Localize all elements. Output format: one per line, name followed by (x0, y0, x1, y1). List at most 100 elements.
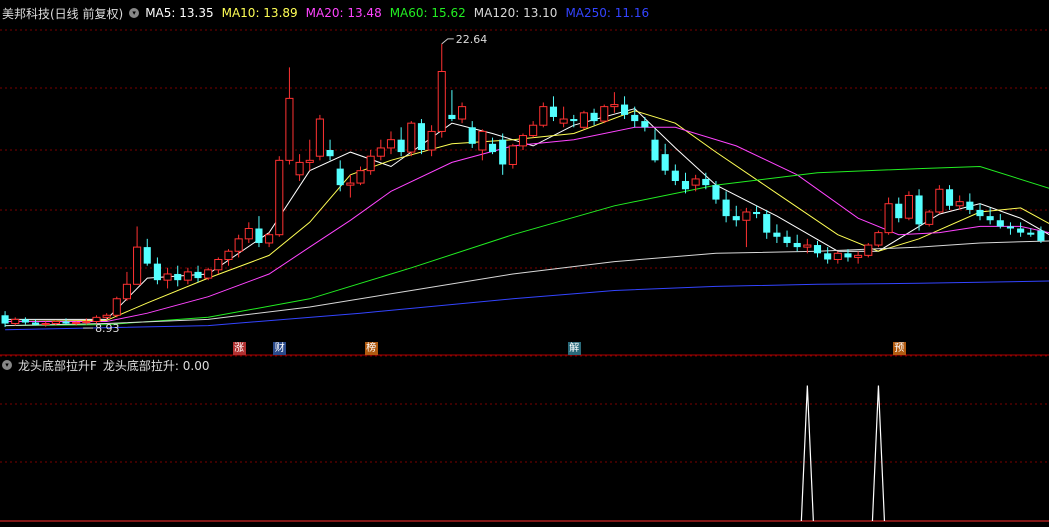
candle-body (72, 322, 81, 325)
candle-body (691, 178, 700, 186)
candle-body (579, 112, 588, 128)
indicator-value: 龙头底部拉升: 0.00 (102, 358, 210, 373)
candle-body (112, 298, 121, 316)
candle (315, 114, 324, 161)
candle-body (803, 244, 812, 248)
candle (895, 197, 903, 223)
low-price-label: 8.93 (95, 322, 120, 335)
candle (102, 313, 111, 320)
ma-legend-item: MA10: 13.89 (221, 6, 298, 20)
candle-body (539, 106, 548, 126)
candle (478, 129, 487, 161)
candle (285, 67, 294, 165)
candle-body (641, 121, 649, 128)
candle (1006, 222, 1015, 235)
candle-body (1037, 230, 1045, 241)
candle-body (753, 211, 761, 215)
candle-body (783, 236, 791, 243)
candle-body (397, 139, 405, 153)
candle-body (559, 118, 568, 124)
candle (915, 189, 923, 231)
ma-legend-item: MA120: 13.10 (473, 6, 558, 20)
candle-body (133, 246, 142, 285)
candle-body (153, 263, 161, 281)
candle-body (529, 124, 538, 137)
candle-body (773, 232, 781, 237)
stock-title: 美邦科技(日线 前复权) (2, 6, 124, 21)
candle-body (11, 318, 20, 325)
candle-body (488, 143, 497, 153)
candle-body (518, 135, 528, 147)
candle (925, 209, 934, 227)
indicator-menu-icon[interactable]: ▾ (2, 360, 12, 370)
candle-body (610, 104, 619, 108)
chart-canvas[interactable]: 22.64 8.93 (0, 0, 1049, 527)
candle (671, 164, 679, 186)
candle (397, 127, 405, 157)
candle-body (427, 130, 436, 151)
candle (234, 234, 243, 258)
candle-body (92, 316, 101, 322)
candle (529, 121, 538, 138)
candle-body (346, 182, 355, 186)
candle (518, 133, 528, 151)
candle (935, 185, 944, 215)
candle-body (102, 314, 111, 318)
candle (1027, 228, 1035, 237)
candle-body (1, 315, 9, 324)
candle-body (82, 320, 91, 324)
candle-body (590, 112, 598, 122)
candle (1017, 222, 1025, 237)
candle (255, 216, 263, 248)
candle (183, 267, 192, 285)
chart-menu-icon[interactable]: ▾ (129, 8, 140, 18)
candlestick-series (1, 43, 1045, 328)
candle (326, 139, 334, 161)
indicator-spike (871, 385, 886, 522)
candle-body (712, 185, 720, 200)
ma-legend: MA5: 13.35 MA10: 13.89 MA20: 13.48 MA60: 15… (145, 6, 649, 20)
candle (448, 90, 456, 122)
candle-body (244, 228, 253, 240)
candle (549, 96, 558, 122)
candle-body (295, 161, 304, 176)
candle-body (742, 211, 751, 221)
candle (773, 224, 781, 243)
candle-body (315, 118, 324, 157)
candle (427, 125, 436, 157)
candle-body (681, 181, 690, 190)
candle-body (833, 252, 842, 260)
candle (570, 114, 578, 128)
candle (732, 205, 740, 227)
candle-body (21, 319, 29, 323)
candle (722, 191, 730, 223)
candle (224, 249, 233, 266)
candle (386, 131, 396, 155)
candle-body (813, 245, 822, 254)
candle (945, 185, 954, 210)
candle-body (1017, 228, 1025, 233)
candle (122, 271, 131, 301)
candle (143, 238, 151, 266)
candle (174, 265, 182, 287)
event-marker[interactable]: 榜 (364, 342, 378, 355)
event-marker[interactable]: 涨 (232, 342, 246, 355)
candle (874, 230, 883, 248)
ma-line-ma60 (5, 165, 1049, 327)
candle-body (732, 216, 740, 221)
candle-body (275, 159, 284, 236)
candle-body (824, 253, 832, 260)
candle-body (305, 159, 314, 163)
candle (824, 247, 832, 264)
event-marker[interactable]: 财 (273, 342, 287, 355)
candle (204, 267, 213, 281)
event-marker[interactable]: 预 (892, 342, 906, 355)
candle (884, 197, 893, 235)
candle (590, 108, 598, 126)
candle-body (955, 201, 964, 207)
candle-body (448, 114, 456, 120)
candle (214, 257, 223, 274)
candle-body (143, 247, 151, 264)
candle (966, 193, 974, 215)
event-marker[interactable]: 解 (567, 342, 581, 355)
